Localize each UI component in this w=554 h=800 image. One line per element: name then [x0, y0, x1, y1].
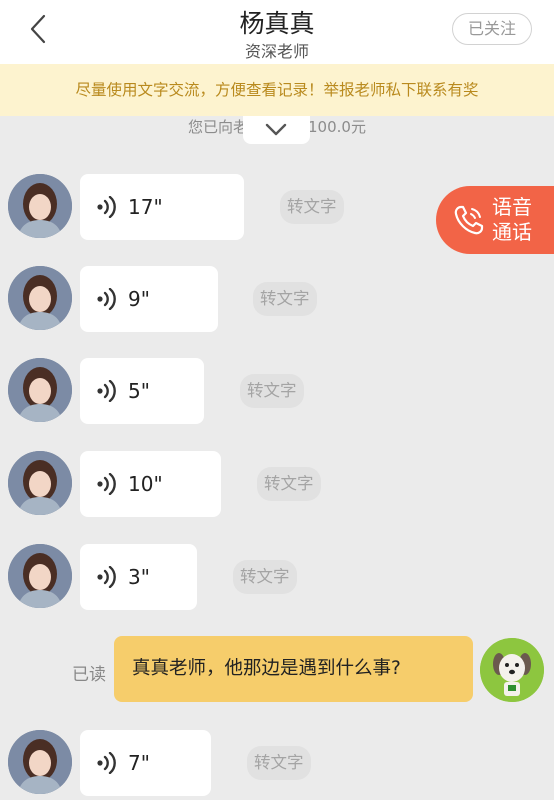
message-row: 7" 转文字	[0, 730, 554, 796]
voice-wave-icon	[97, 752, 116, 774]
notice-banner: 尽量使用文字交流，方便查看记录！举报老师私下联系有奖	[0, 64, 554, 116]
teacher-avatar[interactable]	[8, 544, 72, 608]
convert-to-text-button[interactable]: 转文字	[233, 560, 297, 594]
voice-wave-icon	[97, 566, 116, 588]
voice-wave-icon	[97, 196, 116, 218]
chevron-down-icon	[265, 123, 287, 136]
voice-duration: 9"	[128, 287, 150, 311]
voice-wave-icon	[97, 380, 116, 402]
voice-duration: 5"	[128, 379, 150, 403]
teacher-avatar[interactable]	[8, 266, 72, 330]
convert-to-text-button[interactable]: 转文字	[257, 467, 321, 501]
read-status: 已读	[72, 665, 106, 685]
voice-message-bubble[interactable]: 3"	[80, 544, 197, 610]
message-row: 5" 转文字	[0, 358, 554, 424]
collapse-toggle[interactable]	[243, 116, 310, 144]
voice-message-bubble[interactable]: 5"	[80, 358, 204, 424]
teacher-avatar[interactable]	[8, 730, 72, 794]
voice-duration: 10"	[128, 472, 163, 496]
message-row: 3" 转文字	[0, 544, 554, 610]
voice-wave-icon	[97, 288, 116, 310]
voice-message-bubble[interactable]: 7"	[80, 730, 211, 796]
voice-message-bubble[interactable]: 17"	[80, 174, 244, 240]
follow-button[interactable]: 已关注	[452, 13, 532, 45]
voice-message-bubble[interactable]: 10"	[80, 451, 221, 517]
convert-to-text-button[interactable]: 转文字	[240, 374, 304, 408]
voice-message-bubble[interactable]: 9"	[80, 266, 218, 332]
teacher-avatar[interactable]	[8, 358, 72, 422]
chat-header: 杨真真 资深老师 已关注	[0, 0, 554, 64]
message-row: 9" 转文字	[0, 266, 554, 332]
teacher-avatar[interactable]	[8, 174, 72, 238]
voice-duration: 7"	[128, 751, 150, 775]
voice-duration: 3"	[128, 565, 150, 589]
voice-wave-icon	[97, 473, 116, 495]
sent-message-bubble[interactable]: 真真老师，他那边是遇到什么事?	[114, 636, 473, 702]
teacher-avatar[interactable]	[8, 451, 72, 515]
convert-to-text-button[interactable]: 转文字	[247, 746, 311, 780]
message-row: 10" 转文字	[0, 451, 554, 517]
convert-to-text-button[interactable]: 转文字	[253, 282, 317, 316]
message-row: 17" 转文字	[0, 174, 554, 240]
voice-duration: 17"	[128, 195, 163, 219]
convert-to-text-button[interactable]: 转文字	[280, 190, 344, 224]
my-avatar[interactable]	[480, 638, 544, 702]
